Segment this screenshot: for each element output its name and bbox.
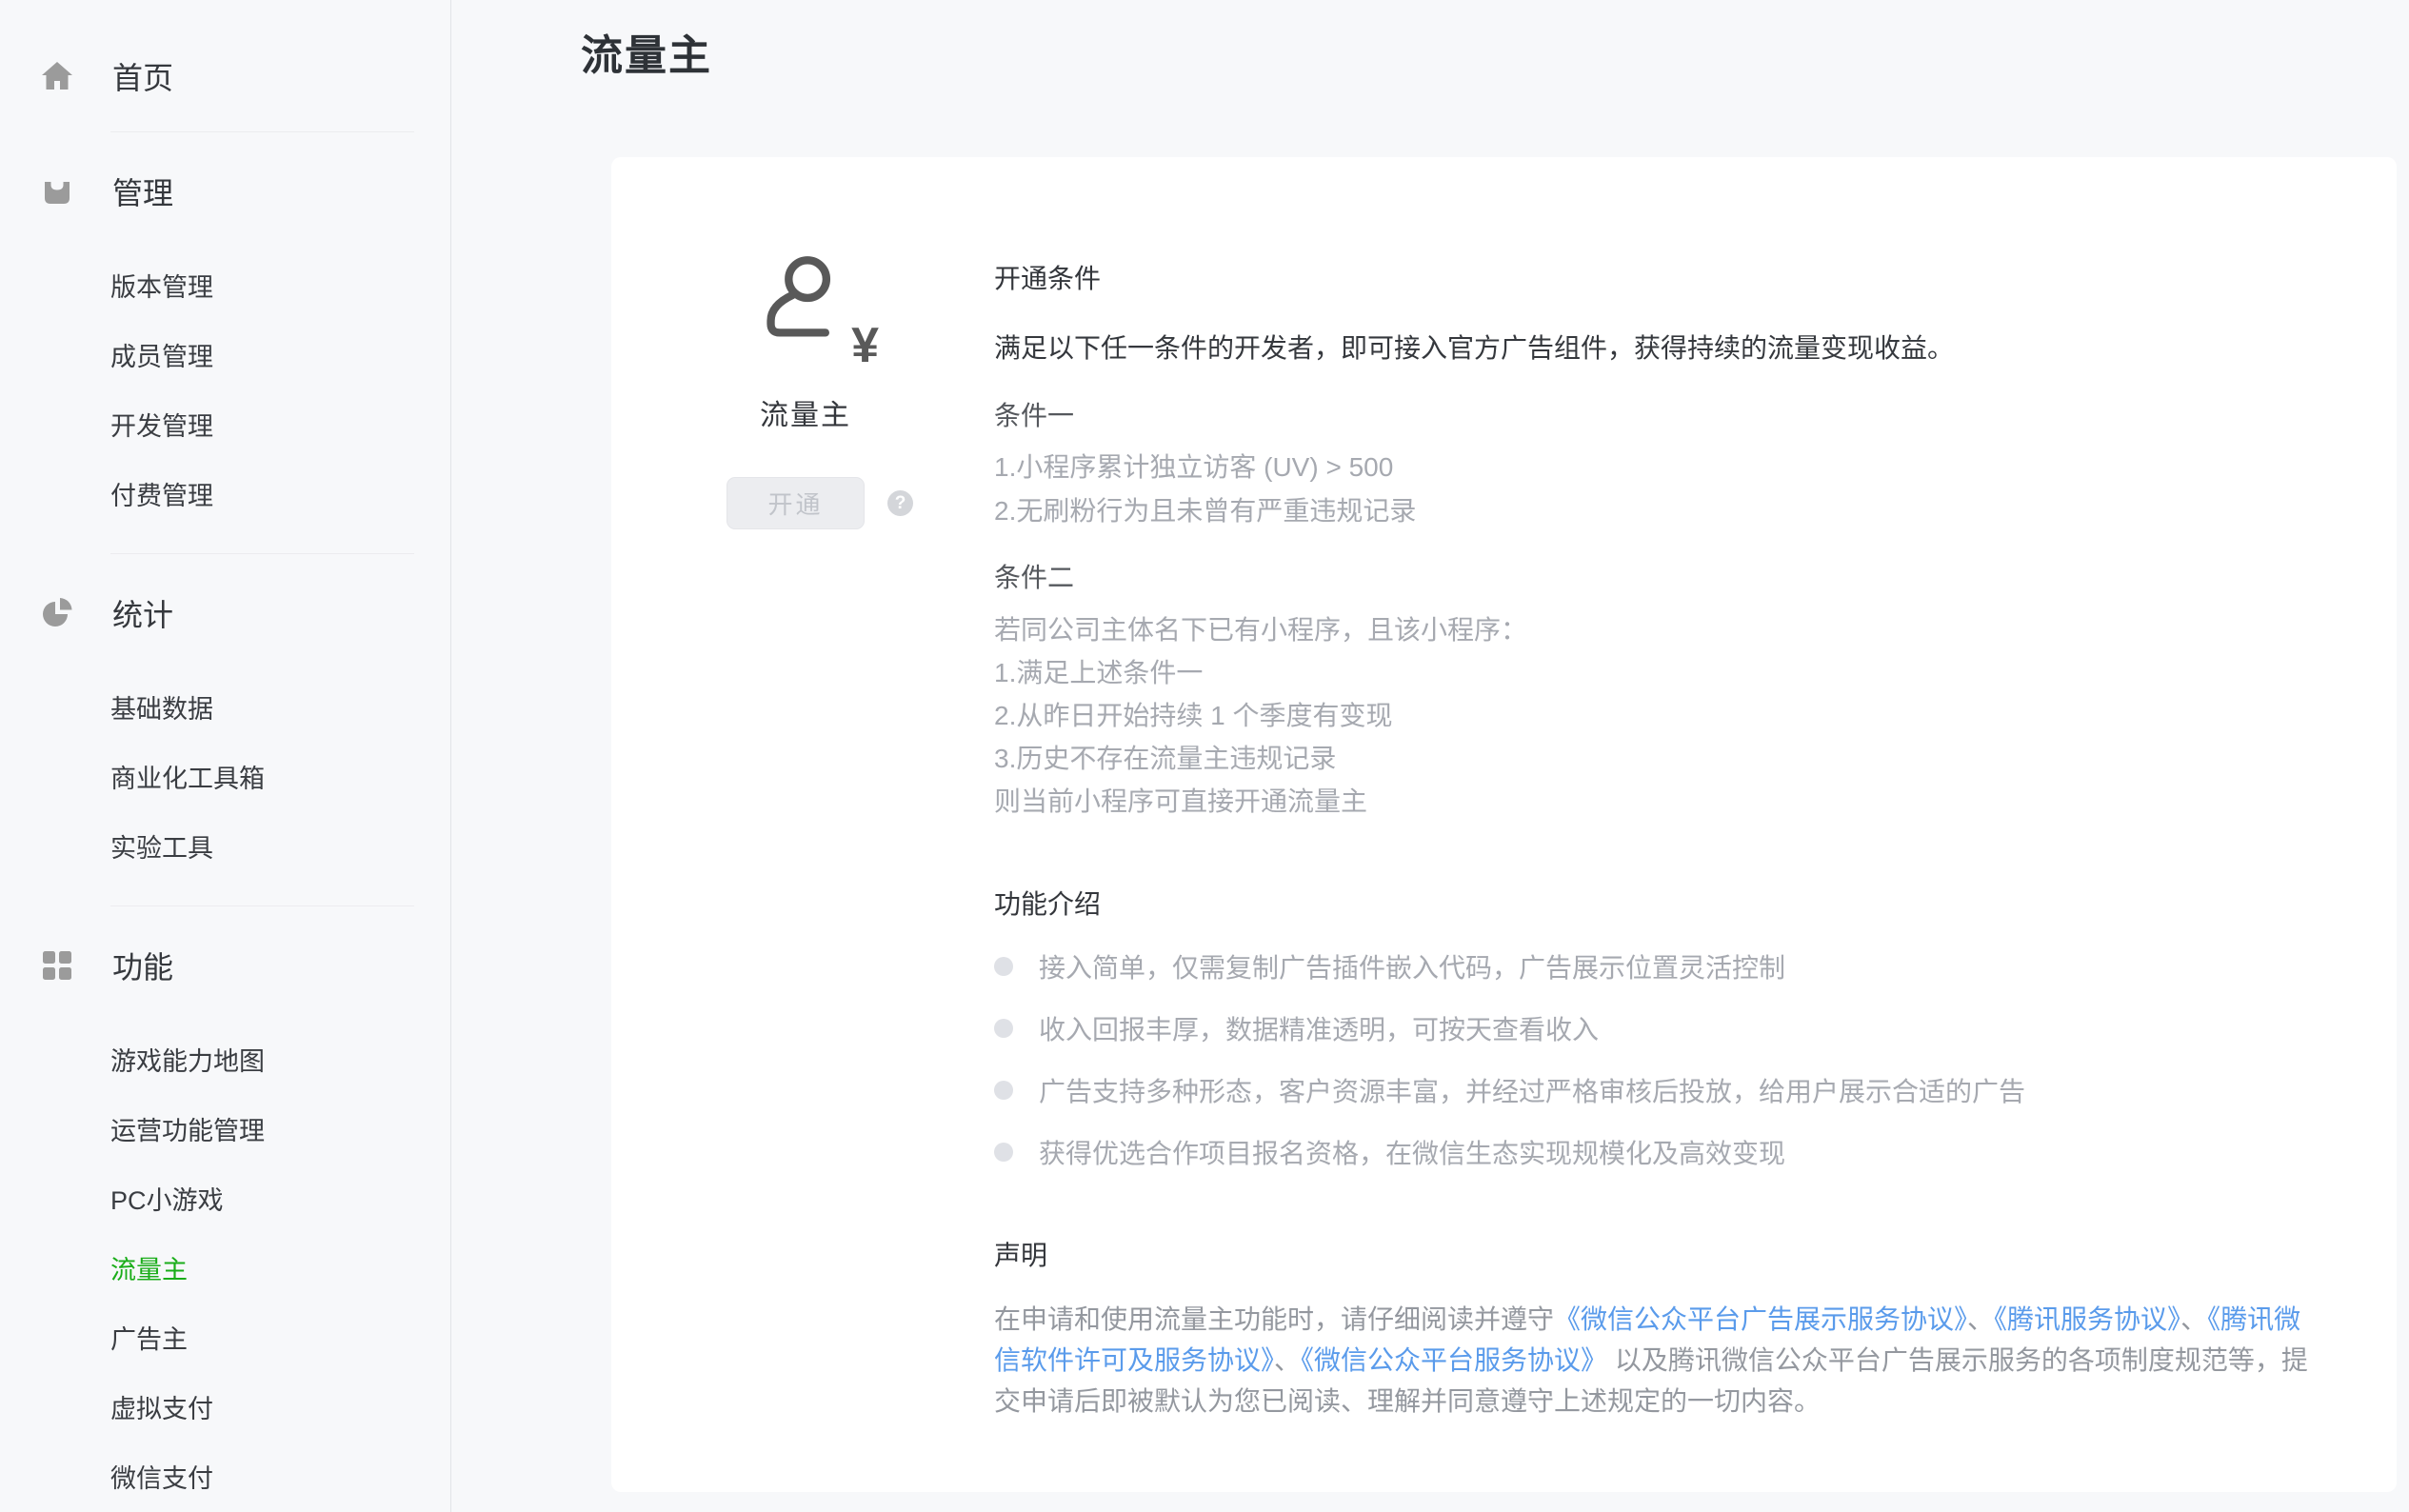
open-conditions-intro: 满足以下任一条件的开发者，即可接入官方广告组件，获得持续的流量变现收益。 bbox=[994, 328, 2346, 366]
sidebar-item-version-manage[interactable]: 版本管理 bbox=[0, 250, 450, 320]
condition2-list: 若同公司主体名下已有小程序，且该小程序： 1.满足上述条件一 2.从昨日开始持续… bbox=[994, 608, 2346, 823]
condition1-item: 1.小程序累计独立访客 (UV) > 500 bbox=[994, 446, 2346, 489]
bullet-dot-icon bbox=[994, 1019, 1013, 1038]
statement-text: 在申请和使用流量主功能时，请仔细阅读并遵守 bbox=[994, 1304, 1554, 1334]
sidebar-item-label: 统计 bbox=[112, 591, 173, 635]
traffic-master-card: ¥ 流量主 开通 ? 开通条件 满足以下任一条件的开发者，即可接入官方广告组件，… bbox=[611, 157, 2397, 1492]
sidebar-item-pay-manage[interactable]: 付费管理 bbox=[0, 459, 450, 528]
statement-separator: 、 bbox=[1274, 1345, 1301, 1375]
sidebar-item-pc-minigame[interactable]: PC小游戏 bbox=[0, 1164, 450, 1233]
pie-chart-icon bbox=[40, 596, 74, 630]
inbox-icon bbox=[40, 174, 74, 209]
sidebar-item-label: 管理 bbox=[112, 169, 173, 213]
grid-icon bbox=[40, 948, 74, 983]
sidebar-divider bbox=[110, 553, 414, 554]
condition2-tail: 则当前小程序可直接开通流量主 bbox=[994, 780, 2346, 823]
sidebar-item-label: 功能 bbox=[112, 944, 173, 987]
traffic-master-icon: ¥ bbox=[758, 252, 886, 359]
open-button[interactable]: 开通 bbox=[727, 477, 865, 529]
condition2-item: 3.历史不存在流量主违规记录 bbox=[994, 737, 2346, 780]
sidebar-item-traffic-master[interactable]: 流量主 bbox=[0, 1233, 450, 1303]
yen-symbol: ¥ bbox=[851, 321, 879, 370]
sidebar-item-manage[interactable]: 管理 bbox=[0, 161, 450, 222]
bullet-dot-icon bbox=[994, 957, 1013, 976]
sidebar-item-dev-manage[interactable]: 开发管理 bbox=[0, 389, 450, 459]
sidebar-item-game-capability-map[interactable]: 游戏能力地图 bbox=[0, 1025, 450, 1094]
condition2-lead: 若同公司主体名下已有小程序，且该小程序： bbox=[994, 608, 2346, 651]
main-content: 流量主 ¥ 流量主 开通 ? 开通条件 满足以下任一条件的开发者，即可接入官方广… bbox=[452, 0, 2409, 1512]
sidebar-item-member-manage[interactable]: 成员管理 bbox=[0, 320, 450, 389]
person-outline-icon bbox=[758, 252, 853, 348]
sidebar-item-basic-data[interactable]: 基础数据 bbox=[0, 672, 450, 742]
sidebar-item-experiment-tools[interactable]: 实验工具 bbox=[0, 811, 450, 881]
help-icon[interactable]: ? bbox=[887, 490, 913, 516]
bullet-dot-icon bbox=[994, 1081, 1013, 1100]
agreement-link-mp-platform[interactable]: 《微信公众平台服务协议》 bbox=[1301, 1345, 1607, 1375]
bullet-dot-icon bbox=[994, 1143, 1013, 1162]
sidebar-item-virtual-pay[interactable]: 虚拟支付 bbox=[0, 1372, 450, 1442]
statement-separator: 、 bbox=[1967, 1304, 1994, 1334]
feature-list-item: 获得优选合作项目报名资格，在微信生态实现规模化及高效变现 bbox=[994, 1121, 2346, 1183]
agreement-link-ad-display[interactable]: 《微信公众平台广告展示服务协议》 bbox=[1554, 1304, 1967, 1334]
sidebar-item-operation-feature-manage[interactable]: 运营功能管理 bbox=[0, 1094, 450, 1164]
sidebar: 首页 管理 版本管理 成员管理 开发管理 付费管理 统计 基础数据 商业化工具箱… bbox=[0, 0, 451, 1512]
feature-name-label: 流量主 bbox=[760, 391, 1012, 433]
feature-list-item: 接入简单，仅需复制广告插件嵌入代码，广告展示位置灵活控制 bbox=[994, 935, 2346, 997]
feature-list-item: 广告支持多种形态，客户资源丰富，并经过严格审核后投放，给用户展示合适的广告 bbox=[994, 1059, 2346, 1121]
page-title: 流量主 bbox=[581, 21, 712, 82]
condition1-list: 1.小程序累计独立访客 (UV) > 500 2.无刷粉行为且未曾有严重违规记录 bbox=[994, 446, 2346, 533]
statement-separator: 、 bbox=[2180, 1304, 2207, 1334]
sidebar-item-home[interactable]: 首页 bbox=[0, 46, 450, 107]
condition2-item: 2.从昨日开始持续 1 个季度有变现 bbox=[994, 694, 2346, 737]
sidebar-item-wechat-pay[interactable]: 微信支付 bbox=[0, 1442, 450, 1511]
feature-detail-column: 开通条件 满足以下任一条件的开发者，即可接入官方广告组件，获得持续的流量变现收益… bbox=[994, 157, 2346, 1422]
open-conditions-title: 开通条件 bbox=[994, 258, 2346, 296]
condition1-title: 条件一 bbox=[994, 395, 2346, 433]
features-list: 接入简单，仅需复制广告插件嵌入代码，广告展示位置灵活控制 收入回报丰厚，数据精准… bbox=[994, 935, 2346, 1183]
statement-paragraph: 在申请和使用流量主功能时，请仔细阅读并遵守《微信公众平台广告展示服务协议》、《腾… bbox=[994, 1299, 2327, 1422]
feature-list-item: 收入回报丰厚，数据精准透明，可按天查看收入 bbox=[994, 997, 2346, 1059]
statement-title: 声明 bbox=[994, 1235, 2346, 1273]
condition2-item: 1.满足上述条件一 bbox=[994, 651, 2346, 694]
feature-summary-column: ¥ 流量主 开通 ? bbox=[727, 252, 1012, 529]
features-intro-title: 功能介绍 bbox=[994, 884, 2346, 922]
sidebar-item-features[interactable]: 功能 bbox=[0, 935, 450, 996]
sidebar-item-label: 首页 bbox=[112, 54, 173, 98]
agreement-link-tencent-service[interactable]: 《腾讯服务协议》 bbox=[1994, 1304, 2180, 1334]
sidebar-divider bbox=[110, 905, 414, 906]
sidebar-item-stats[interactable]: 统计 bbox=[0, 583, 450, 644]
condition2-title: 条件二 bbox=[994, 557, 2346, 595]
sidebar-divider bbox=[110, 131, 414, 132]
sidebar-item-advertiser[interactable]: 广告主 bbox=[0, 1303, 450, 1372]
condition1-item: 2.无刷粉行为且未曾有严重违规记录 bbox=[994, 489, 2346, 533]
home-icon bbox=[40, 59, 74, 93]
sidebar-item-monetization-toolbox[interactable]: 商业化工具箱 bbox=[0, 742, 450, 811]
